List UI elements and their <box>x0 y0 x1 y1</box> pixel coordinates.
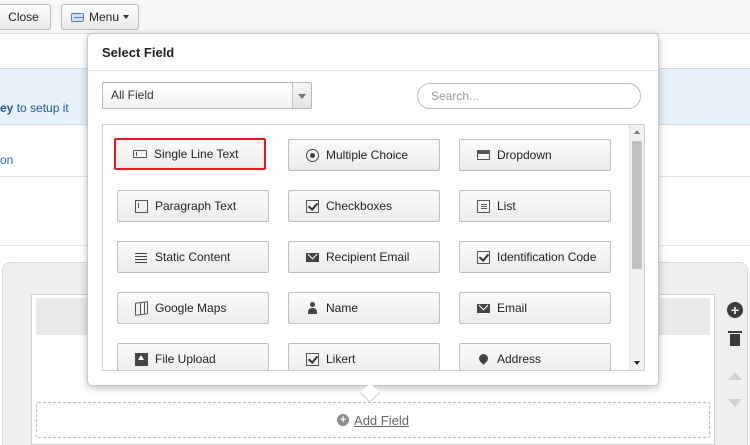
close-button-label: Close <box>8 10 39 24</box>
field-label: Checkboxes <box>326 199 393 213</box>
select-field-popup: Select Field All Field Single Line Text … <box>87 33 659 403</box>
background-link[interactable]: on <box>0 153 13 167</box>
field-label: File Upload <box>155 352 216 366</box>
single-line-text-icon <box>133 150 147 158</box>
paragraph-icon <box>135 199 148 213</box>
field-label: Multiple Choice <box>326 148 409 162</box>
field-list: Single Line Text Multiple Choice Dropdow… <box>102 124 645 371</box>
field-label: Dropdown <box>497 148 552 162</box>
field-single-line-text[interactable]: Single Line Text <box>114 138 266 170</box>
plus-circle-icon: + <box>337 414 350 426</box>
side-tools: + <box>718 294 750 445</box>
popup-title: Select Field <box>102 45 175 60</box>
mail-icon <box>477 303 490 313</box>
field-label: Likert <box>326 352 356 366</box>
person-icon <box>306 301 319 315</box>
dropdown-icon <box>477 150 490 160</box>
field-label: Address <box>497 352 542 366</box>
field-likert[interactable]: Likert <box>288 343 440 370</box>
top-toolbar: Close Menu <box>0 0 750 34</box>
field-email[interactable]: Email <box>459 292 611 324</box>
field-label: Static Content <box>155 250 231 264</box>
lines-icon <box>135 251 148 264</box>
field-recipient-email[interactable]: Recipient Email <box>288 241 440 273</box>
field-checkboxes[interactable]: Checkboxes <box>288 190 440 222</box>
trash-icon[interactable] <box>727 330 743 346</box>
field-paragraph-text[interactable]: Paragraph Text <box>117 190 269 222</box>
radio-icon <box>306 148 319 162</box>
scroll-thumb[interactable] <box>632 141 642 269</box>
upload-icon <box>135 352 148 366</box>
field-label: Identification Code <box>497 250 597 264</box>
field-dropdown[interactable]: Dropdown <box>459 139 611 171</box>
menu-button-label: Menu <box>88 10 119 24</box>
field-list-type[interactable]: List <box>459 190 611 222</box>
add-field-label: Add Field <box>354 412 409 428</box>
menu-button[interactable]: Menu <box>61 4 139 30</box>
add-circle-icon[interactable]: + <box>727 302 743 318</box>
field-label: Google Maps <box>155 301 227 315</box>
field-multiple-choice[interactable]: Multiple Choice <box>288 139 440 171</box>
caret-down-icon <box>123 15 129 19</box>
checkbox-icon <box>306 199 319 213</box>
field-address[interactable]: Address <box>459 343 611 370</box>
field-list-scrollbar[interactable] <box>629 125 644 370</box>
keyboard-icon <box>71 12 84 22</box>
map-icon <box>135 300 148 316</box>
field-static-content[interactable]: Static Content <box>117 241 269 273</box>
info-banner-text: ey to setup it <box>0 101 69 115</box>
field-label: Email <box>497 301 528 315</box>
move-up-icon[interactable] <box>728 372 742 380</box>
field-google-maps[interactable]: Google Maps <box>117 292 269 324</box>
field-label: List <box>497 199 516 213</box>
scroll-down-icon[interactable] <box>634 361 640 365</box>
field-category-select[interactable]: All Field <box>102 82 312 109</box>
field-identification-code[interactable]: Identification Code <box>459 241 611 273</box>
mail-icon <box>306 252 319 262</box>
field-category-value: All Field <box>111 88 154 102</box>
field-label: Paragraph Text <box>155 199 237 213</box>
checkbox-icon <box>306 352 319 366</box>
checkbox-icon <box>477 250 490 264</box>
scroll-up-icon[interactable] <box>634 130 640 134</box>
field-file-upload[interactable]: File Upload <box>117 343 269 370</box>
field-label: Name <box>326 301 359 315</box>
chevron-down-icon[interactable] <box>292 83 311 108</box>
add-field-button[interactable]: + Add Field <box>36 402 710 438</box>
field-label: Recipient Email <box>326 250 410 264</box>
field-name[interactable]: Name <box>288 292 440 324</box>
popup-divider <box>88 70 658 71</box>
close-button[interactable]: Close <box>0 4 51 30</box>
field-label: Single Line Text <box>154 147 239 161</box>
field-search-input[interactable] <box>417 83 641 109</box>
list-icon <box>477 199 490 213</box>
move-down-icon[interactable] <box>728 399 742 407</box>
pin-icon <box>477 353 490 366</box>
